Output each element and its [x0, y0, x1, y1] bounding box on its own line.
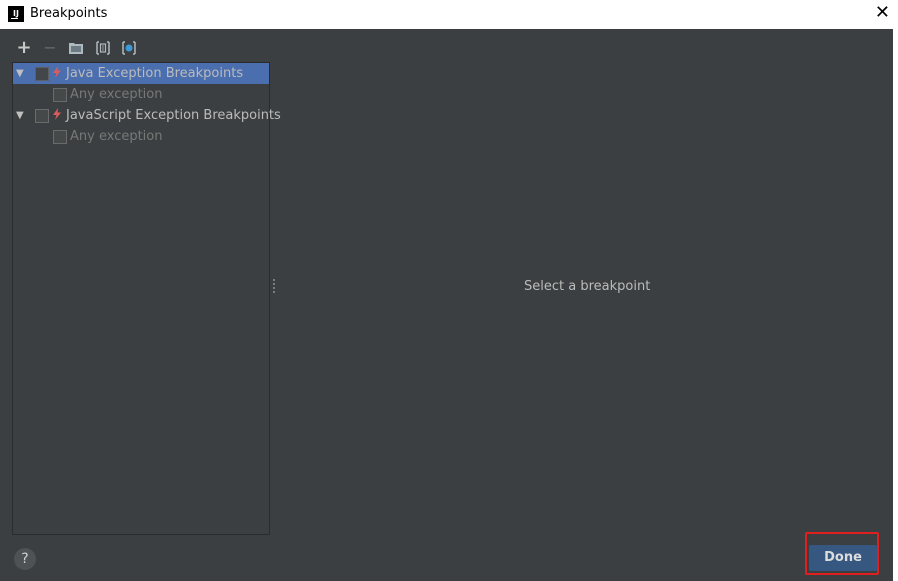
expand-arrow-icon[interactable]: ▼ — [16, 105, 24, 126]
expand-arrow-icon[interactable]: ▼ — [16, 63, 24, 84]
enable-checkbox[interactable] — [53, 88, 67, 102]
tree-item-any-exception[interactable]: Any exception — [13, 84, 269, 105]
panel-splitter[interactable] — [273, 279, 276, 295]
title-bar: IJ Breakpoints ✕ — [0, 0, 898, 29]
lightning-icon — [52, 63, 62, 84]
enable-checkbox[interactable] — [53, 130, 67, 144]
intellij-app-icon: IJ — [8, 6, 24, 22]
enable-checkbox[interactable] — [35, 109, 49, 123]
folder-icon[interactable] — [66, 38, 86, 58]
tree-item-java-exception-breakpoints[interactable]: ▼ Java Exception Breakpoints — [13, 63, 269, 84]
tree-item-label: Any exception — [70, 129, 163, 144]
tree-item-label: JavaScript Exception Breakpoints — [66, 108, 281, 123]
group-by-file-icon[interactable] — [93, 38, 113, 58]
done-button[interactable]: Done — [809, 545, 877, 571]
lightning-icon — [52, 105, 62, 126]
close-button[interactable]: ✕ — [875, 3, 890, 23]
help-button[interactable]: ? — [14, 548, 36, 570]
add-breakpoint-button[interactable]: + — [14, 38, 34, 58]
remove-breakpoint-button[interactable]: − — [40, 38, 60, 58]
tree-item-javascript-exception-breakpoints[interactable]: ▼ JavaScript Exception Breakpoints — [13, 105, 281, 126]
enable-checkbox[interactable] — [35, 67, 49, 81]
empty-details-message: Select a breakpoint — [524, 279, 651, 294]
tree-item-label: Any exception — [70, 87, 163, 102]
window-title: Breakpoints — [30, 6, 108, 21]
window-edge — [893, 29, 898, 581]
mute-breakpoints-icon[interactable] — [119, 38, 139, 58]
breakpoint-tree: ▼ Java Exception Breakpoints Any excepti… — [12, 62, 281, 535]
tree-item-label: Java Exception Breakpoints — [66, 66, 244, 81]
tree-item-any-exception[interactable]: Any exception — [13, 126, 269, 147]
